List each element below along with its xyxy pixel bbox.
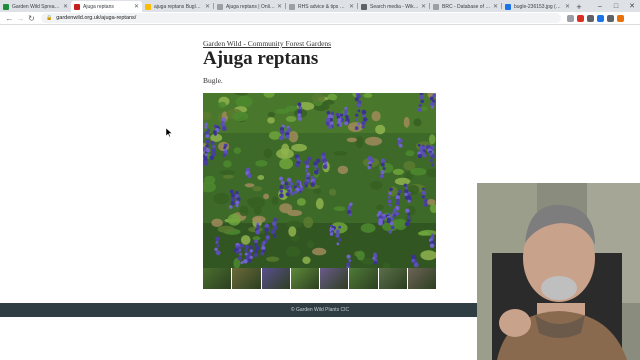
browser-tab[interactable]: ajuga reptans Bugle, Dom...✕ (142, 1, 213, 12)
tab-title: bugle-236153.jpg (7200×... (514, 3, 563, 10)
browser-extension-icon[interactable] (597, 14, 604, 22)
lock-icon: 🔒 (46, 15, 53, 21)
browser-extension-icon[interactable] (617, 14, 624, 22)
browser-tab[interactable]: bugle-236153.jpg (7200×...✕ (502, 1, 573, 12)
tab-close-icon[interactable]: ✕ (565, 3, 570, 10)
address-bar[interactable]: 🔒 gardenwild.org.uk/ajuga-reptans/ (41, 13, 561, 23)
tab-close-icon[interactable]: ✕ (277, 3, 282, 10)
page-title: Ajuga reptans (203, 48, 319, 69)
tab-close-icon[interactable]: ✕ (134, 3, 139, 10)
tab-close-icon[interactable]: ✕ (349, 3, 354, 10)
tab-title: Ajuga reptans | Online Atl... (226, 3, 275, 10)
photo-thumbnail[interactable] (203, 268, 232, 289)
tab-favicon-icon (361, 3, 367, 10)
photo-thumbnail[interactable] (349, 268, 378, 289)
webcam-overlay (477, 183, 640, 360)
tab-favicon-icon (217, 3, 223, 10)
tab-close-icon[interactable]: ✕ (493, 3, 498, 10)
browser-extension-icon[interactable] (567, 14, 574, 22)
back-button[interactable]: ← (4, 13, 15, 24)
tab-close-icon[interactable]: ✕ (205, 3, 210, 10)
tab-favicon-icon (433, 3, 439, 10)
browser-tab[interactable]: Ajuga reptans | Online Atl...✕ (214, 1, 285, 12)
reload-button[interactable]: ↻ (26, 13, 37, 24)
photo-thumbnail[interactable] (290, 268, 319, 289)
extension-icons (567, 14, 624, 22)
tab-favicon-icon (505, 3, 511, 10)
tab-title: ajuga reptans Bugle, Dom... (154, 3, 203, 10)
browser-extension-icon[interactable] (587, 14, 594, 22)
maximize-button[interactable]: □ (608, 0, 624, 12)
photo-thumbnail[interactable] (320, 268, 349, 289)
tab-title: Garden Wild Spreadsheet (12, 3, 61, 10)
photo-thumbnail-strip (203, 268, 436, 289)
bugle-flowers-image (203, 93, 436, 268)
site-breadcrumb-link[interactable]: Garden Wild - Community Forest Gardens (203, 39, 331, 48)
plant-photo[interactable] (203, 93, 436, 268)
photo-thumbnail[interactable] (378, 268, 407, 289)
window-controls: – □ ✕ (592, 0, 640, 12)
presenter-video-feed (477, 183, 640, 360)
forward-button[interactable]: → (15, 13, 26, 24)
browser-extension-icon[interactable] (577, 14, 584, 22)
tab-close-icon[interactable]: ✕ (63, 3, 68, 10)
browser-tab[interactable]: Search media - Wikimedi...✕ (358, 1, 429, 12)
tab-favicon-icon (3, 3, 9, 10)
photo-thumbnail[interactable] (232, 268, 261, 289)
photo-thumbnail[interactable] (261, 268, 290, 289)
common-name: Bugle. (203, 76, 223, 85)
new-tab-button[interactable]: + (573, 1, 585, 12)
minimize-button[interactable]: – (592, 0, 608, 12)
browser-tab[interactable]: Garden Wild Spreadsheet✕ (0, 1, 71, 12)
tab-title: Search media - Wikimedi... (370, 3, 419, 10)
tab-favicon-icon (145, 3, 151, 10)
mouse-cursor-icon (165, 124, 173, 142)
tab-favicon-icon (289, 3, 295, 10)
browser-toolbar: ← → ↻ 🔒 gardenwild.org.uk/ajuga-reptans/ (0, 12, 640, 25)
photo-thumbnail[interactable] (407, 268, 436, 289)
tab-title: RHS advice & tips on gar... (298, 3, 347, 10)
browser-tab-strip: Garden Wild Spreadsheet✕Ajuga reptans✕aj… (0, 0, 640, 12)
browser-extension-icon[interactable] (607, 14, 614, 22)
tab-title: Ajuga reptans (83, 3, 114, 10)
browser-tab[interactable]: Ajuga reptans ✕ (71, 1, 142, 12)
tab-title: BRC - Database of insect... (442, 3, 491, 10)
browser-tab[interactable]: RHS advice & tips on gar...✕ (286, 1, 357, 12)
footer-copyright: © Garden Wild Plants CIC (290, 307, 350, 313)
browser-tab[interactable]: BRC - Database of insect...✕ (430, 1, 501, 12)
tab-close-icon[interactable]: ✕ (421, 3, 426, 10)
url-text: gardenwild.org.uk/ajuga-reptans/ (56, 15, 137, 21)
window-close-button[interactable]: ✕ (624, 0, 640, 12)
tab-favicon-icon (74, 3, 80, 10)
